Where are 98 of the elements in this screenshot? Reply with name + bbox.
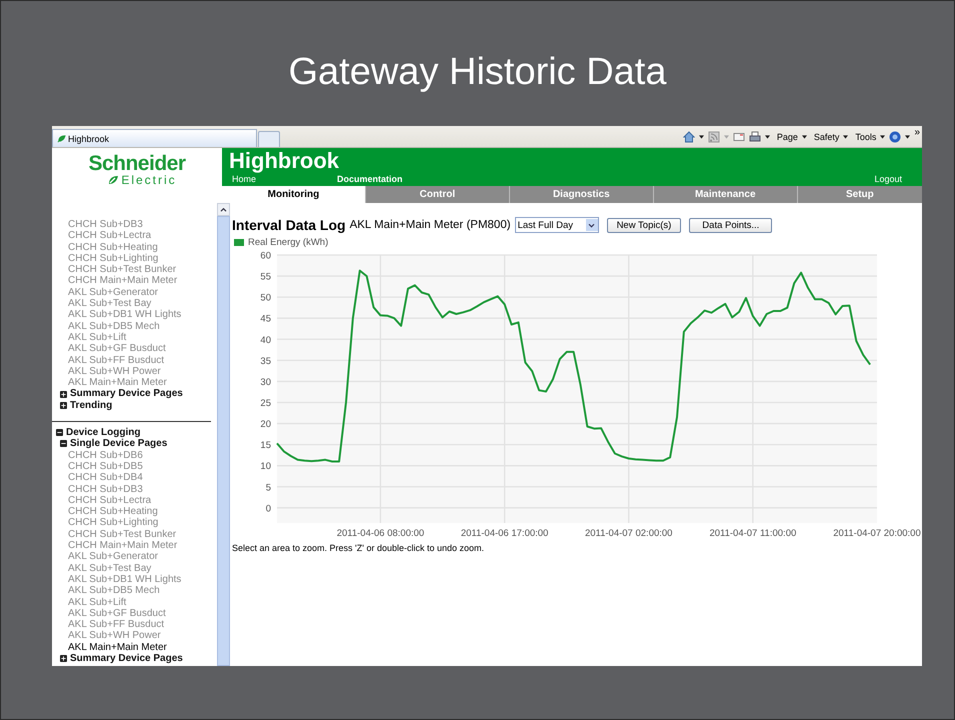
sidebar-item[interactable]: AKL Sub+WH Power — [52, 630, 216, 642]
home-icon[interactable] — [682, 130, 695, 142]
sidebar-item[interactable]: AKL Sub+Generator — [52, 551, 216, 563]
sidebar-item[interactable]: AKL Sub+FF Busduct — [52, 619, 216, 630]
nav-tab[interactable]: Maintenance — [652, 186, 797, 203]
caret-down-icon — [588, 222, 596, 228]
tree-node[interactable]: Summary Device Pages — [70, 388, 183, 400]
x-tick-label: 2011-04-07 11:00:00 — [709, 528, 796, 539]
y-tick-label: 10 — [260, 461, 271, 472]
sidebar-item[interactable]: CHCH Sub+Lectra — [52, 230, 216, 242]
tree-node[interactable]: Single Device Pages — [70, 438, 168, 450]
x-tick-label: 2011-04-07 02:00:00 — [584, 528, 672, 539]
y-tick-label: 60 — [260, 250, 271, 262]
print-icon[interactable] — [748, 130, 761, 142]
sidebar-item[interactable]: CHCH Sub+DB5 — [52, 460, 216, 472]
sidebar-item[interactable]: AKL Sub+DB5 Mech — [52, 585, 216, 596]
collapse-icon[interactable] — [60, 440, 67, 448]
header-link[interactable]: Documentation — [337, 174, 442, 184]
expand-icon[interactable] — [60, 390, 67, 398]
sidebar-item[interactable]: CHCH Sub+DB3 — [52, 484, 216, 495]
help-icon[interactable] — [889, 130, 902, 142]
logout-link[interactable]: Logout — [874, 174, 902, 184]
caret-up-icon — [220, 207, 228, 212]
tree-node[interactable]: Device Logging — [66, 427, 140, 438]
slide-title: Gateway Historic Data — [288, 51, 666, 95]
y-tick-label: 15 — [260, 440, 271, 452]
sidebar-item[interactable]: CHCH Main+Main Meter — [52, 275, 216, 287]
expand-icon[interactable] — [60, 655, 67, 662]
nav-tab[interactable]: Diagnostics — [508, 186, 653, 203]
y-tick-label: 50 — [260, 292, 271, 304]
sidebar-item[interactable]: AKL Sub+WH Power — [52, 366, 216, 378]
sidebar-item[interactable]: AKL Main+Main Meter — [52, 377, 216, 388]
action-button[interactable]: Data Points... — [689, 218, 772, 232]
browser-tab[interactable]: Highbrook — [52, 129, 257, 147]
sidebar-item[interactable]: CHCH Sub+DB3 — [52, 219, 216, 230]
y-tick-label: 35 — [260, 356, 271, 367]
sidebar-item[interactable]: CHCH Main+Main Meter — [52, 540, 216, 552]
toolbar-menu[interactable]: Tools — [855, 132, 876, 142]
sidebar-item[interactable]: AKL Sub+DB1 WH Lights — [52, 309, 216, 321]
sidebar-item[interactable]: CHCH Sub+Lighting — [52, 517, 216, 529]
site-title: Highbrook — [229, 148, 340, 174]
caret-icon[interactable] — [880, 134, 886, 138]
action-button[interactable]: New Topic(s) — [606, 218, 682, 232]
sidebar-item[interactable]: AKL Sub+DB5 Mech — [52, 320, 216, 332]
sidebar-item[interactable]: CHCH Sub+Lectra — [52, 494, 216, 506]
toolbar-menu[interactable]: Page — [776, 132, 798, 142]
leaf-icon — [57, 134, 66, 143]
nav-tab[interactable]: Control — [364, 186, 509, 203]
sidebar-item[interactable]: AKL Sub+Test Bay — [52, 562, 216, 574]
scrollbar[interactable] — [217, 216, 230, 666]
sidebar-item[interactable]: CHCH Sub+Lighting — [52, 252, 216, 264]
x-tick-label: 2011-04-06 17:00:00 — [460, 528, 548, 539]
sidebar-item[interactable]: AKL Main+Main Meter — [52, 642, 216, 653]
sidebar-item[interactable]: AKL Sub+GF Busduct — [52, 343, 216, 355]
sidebar-item[interactable]: AKL Sub+Generator — [52, 286, 216, 298]
sidebar-item[interactable]: AKL Sub+GF Busduct — [52, 608, 216, 620]
logo: Schneider Electric — [87, 150, 187, 188]
caret-icon[interactable] — [843, 134, 848, 138]
y-tick-label: 20 — [260, 419, 271, 430]
sidebar-item[interactable]: AKL Sub+Lift — [52, 332, 216, 344]
caret-icon[interactable] — [802, 134, 807, 138]
y-tick-label: 30 — [260, 376, 271, 388]
y-tick-label: 55 — [260, 272, 271, 283]
sidebar-item[interactable]: CHCH Sub+DB4 — [52, 472, 216, 484]
sidebar-item[interactable]: CHCH Sub+Heating — [52, 242, 216, 253]
y-tick-label: 0 — [266, 503, 271, 514]
y-tick-label: 25 — [260, 398, 271, 409]
sidebar-item[interactable]: AKL Sub+DB1 WH Lights — [52, 574, 216, 586]
zoom-hint: Select an area to zoom. Press 'Z' or double-click to undo zoom. — [232, 543, 486, 553]
sidebar-item[interactable]: CHCH Sub+Heating — [52, 506, 216, 518]
overflow-chevron[interactable]: » — [914, 127, 920, 138]
sidebar-item[interactable]: AKL Sub+Test Bay — [52, 298, 216, 310]
caret-icon[interactable] — [905, 134, 910, 138]
range-dropdown[interactable]: Last Full Day — [514, 217, 599, 233]
y-tick-label: 40 — [260, 334, 271, 346]
tree-node[interactable]: Trending — [70, 400, 112, 412]
caret-icon[interactable] — [764, 134, 770, 138]
x-tick-label: 2011-04-07 20:00:00 — [833, 528, 921, 539]
nav-tab[interactable]: Setup — [796, 186, 922, 203]
expand-icon[interactable] — [60, 402, 67, 409]
tree-node[interactable]: Summary Device Pages — [70, 652, 183, 664]
y-tick-label: 5 — [266, 482, 271, 494]
sidebar-item[interactable]: CHCH Sub+Test Bunker — [52, 528, 216, 540]
x-tick-label: 2011-04-06 08:00:00 — [336, 528, 424, 539]
sidebar-item[interactable]: AKL Sub+FF Busduct — [52, 354, 216, 366]
legend-label: Real Energy (kWh) — [248, 237, 328, 248]
device-name: AKL Main+Main Meter (PM800) — [350, 219, 511, 231]
log-title: Interval Data Log — [232, 217, 346, 233]
sidebar-item[interactable]: CHCH Sub+Test Bunker — [52, 264, 216, 276]
mail-icon[interactable] — [732, 130, 745, 142]
y-tick-label: 45 — [260, 314, 271, 325]
collapse-button[interactable] — [217, 203, 230, 216]
header-link[interactable]: Home — [232, 174, 337, 184]
toolbar-menu[interactable]: Safety — [814, 132, 840, 142]
caret-icon[interactable] — [698, 134, 704, 138]
collapse-icon[interactable] — [56, 429, 63, 436]
sidebar-item[interactable]: AKL Sub+Lift — [52, 596, 216, 608]
sidebar-item[interactable]: CHCH Sub+DB6 — [52, 450, 216, 461]
